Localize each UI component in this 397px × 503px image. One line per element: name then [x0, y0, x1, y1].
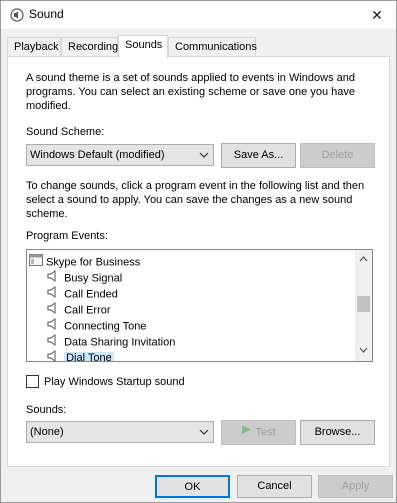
test-button-label: Test — [255, 426, 276, 439]
list-item-label: Busy Signal — [64, 272, 123, 285]
list-item-selected[interactable]: Dial Tone — [47, 350, 114, 361]
list-item[interactable]: Call Ended — [47, 286, 118, 302]
tab-communications[interactable]: Communications — [168, 37, 257, 57]
browse-button[interactable]: Browse... — [300, 420, 375, 445]
window-title: Sound — [29, 7, 64, 21]
scroll-up-icon[interactable] — [359, 253, 368, 265]
sounds-panel: A sound theme is a set of sounds applied… — [7, 56, 390, 467]
list-item-label: Connecting Tone — [64, 320, 147, 333]
ok-button[interactable]: OK — [155, 475, 230, 498]
cancel-button[interactable]: Cancel — [237, 475, 312, 498]
tab-playback[interactable]: Playback — [7, 37, 61, 57]
startup-sound-checkbox[interactable] — [26, 375, 39, 388]
sounds-label: Sounds: — [26, 404, 67, 416]
program-events-label: Program Events: — [26, 230, 108, 242]
scheme-label: Sound Scheme: — [26, 126, 105, 138]
events-scrollbar[interactable] — [355, 250, 372, 361]
speaker-icon — [47, 302, 61, 319]
sound-value: (None) — [30, 426, 64, 438]
list-item-label: Call Ended — [64, 288, 118, 301]
chevron-down-icon — [199, 145, 209, 165]
list-item[interactable]: Data Sharing Invitation — [47, 334, 175, 350]
tab-recording[interactable]: Recording — [61, 37, 118, 57]
close-button[interactable]: ✕ — [358, 1, 396, 29]
tab-sounds[interactable]: Sounds — [118, 35, 168, 58]
list-item[interactable]: Call Error — [47, 302, 111, 318]
list-item-label: Dial Tone — [64, 352, 114, 361]
app-window-icon — [29, 254, 43, 271]
speaker-icon — [47, 350, 61, 361]
list-item-label: Skype for Business — [46, 256, 141, 269]
scheme-dropdown[interactable]: Windows Default (modified) — [26, 144, 214, 166]
close-icon: ✕ — [371, 6, 383, 23]
play-icon — [241, 421, 252, 444]
change-description: To change sounds, click a program event … — [26, 180, 365, 220]
speaker-icon — [47, 286, 61, 303]
speaker-icon — [47, 270, 61, 287]
scheme-value: Windows Default (modified) — [30, 149, 165, 161]
list-item-label: Data Sharing Invitation — [64, 336, 176, 349]
list-item-label: Call Error — [64, 304, 111, 317]
list-item[interactable]: Busy Signal — [47, 270, 122, 286]
sound-dialog: Sound ✕ Playback Recording Sounds Commun… — [0, 0, 397, 503]
theme-description: A sound theme is a set of sounds applied… — [26, 72, 355, 112]
sound-dropdown[interactable]: (None) — [26, 421, 214, 443]
list-item[interactable]: Connecting Tone — [47, 318, 146, 334]
scroll-down-icon[interactable] — [359, 345, 368, 357]
apply-button[interactable]: Apply — [318, 475, 393, 498]
speaker-icon — [47, 318, 61, 335]
speaker-icon — [47, 334, 61, 351]
startup-checkbox-label: Play Windows Startup sound — [44, 376, 185, 388]
scroll-thumb[interactable] — [357, 296, 370, 312]
chevron-down-icon — [199, 422, 209, 442]
list-group-skype[interactable]: Skype for Business — [29, 254, 140, 270]
speaker-icon — [9, 7, 25, 23]
program-events-list[interactable]: Skype for Business Busy Signal Call Ende… — [26, 249, 373, 362]
test-button[interactable]: Test — [221, 420, 296, 445]
delete-button[interactable]: Delete — [300, 143, 375, 168]
title-bar: Sound ✕ — [1, 1, 396, 29]
save-as-button[interactable]: Save As... — [221, 143, 296, 168]
